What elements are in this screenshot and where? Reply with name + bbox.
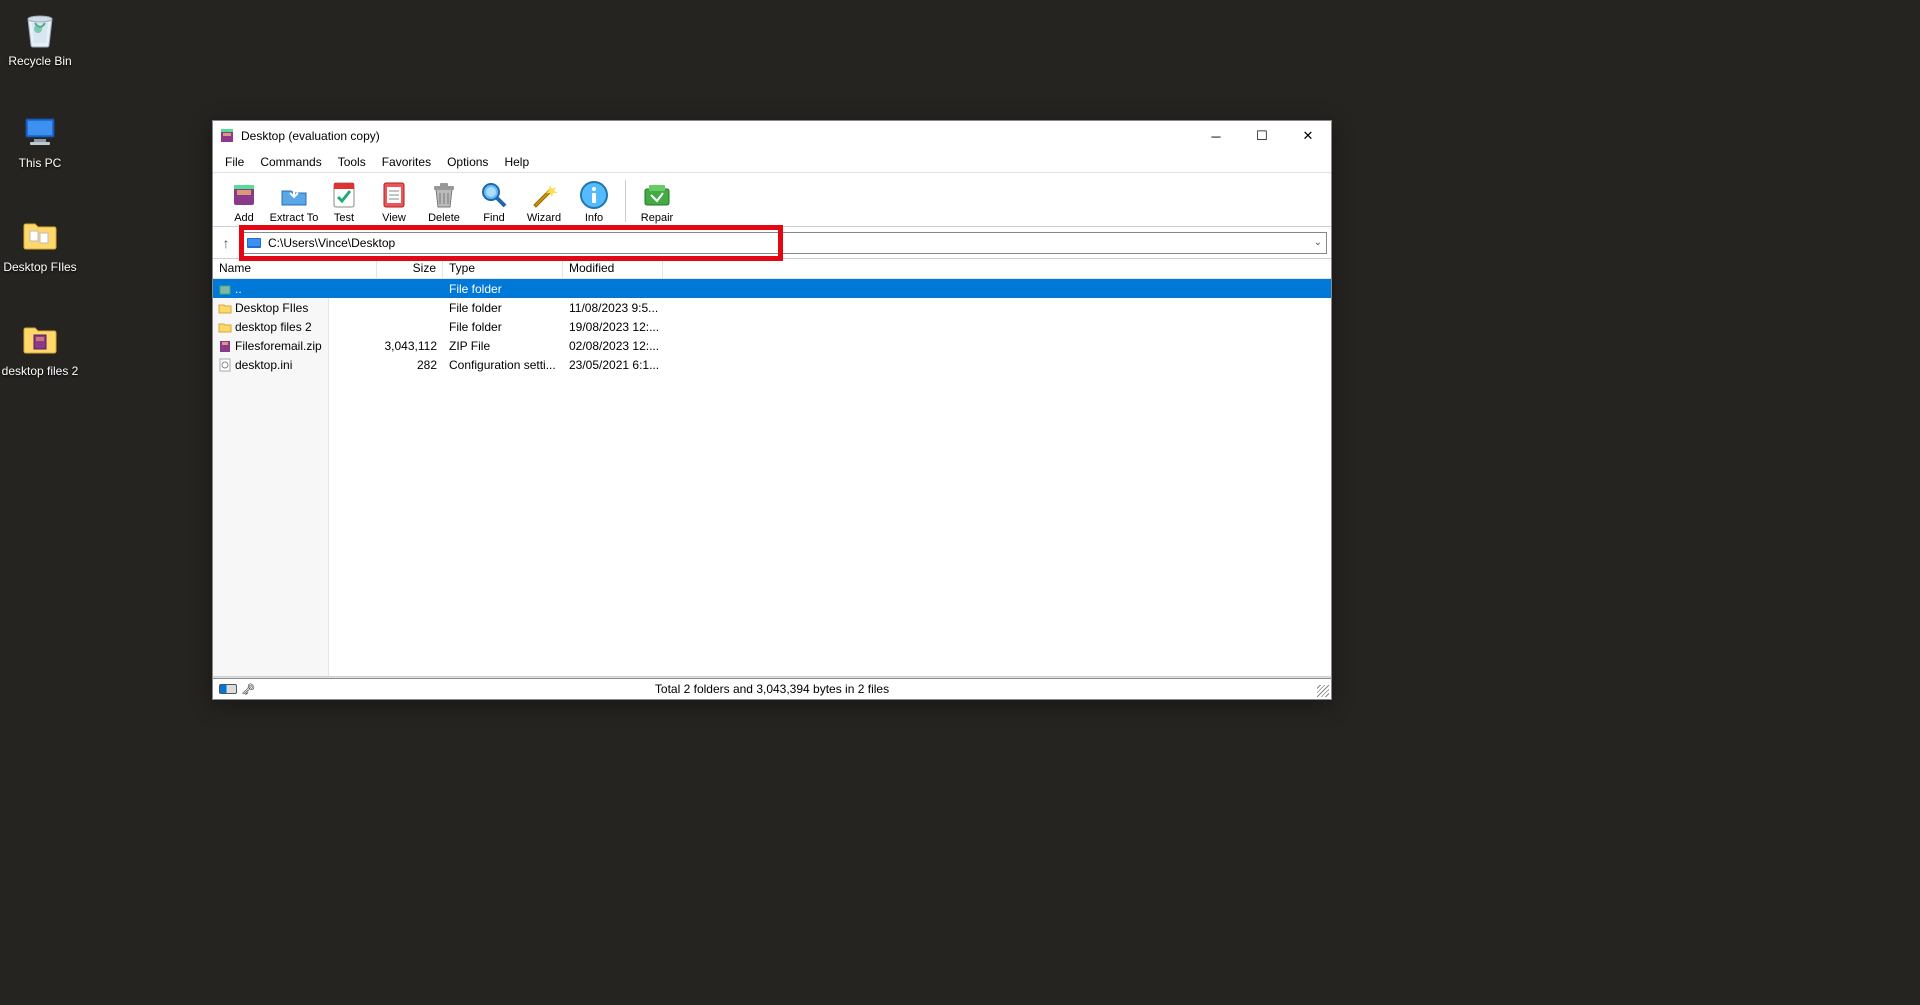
folder-icon <box>19 318 61 360</box>
file-name: desktop files 2 <box>233 320 377 334</box>
file-name: Filesforemail.zip <box>233 339 377 353</box>
status-bar: 🗝 Total 2 folders and 3,043,394 bytes in… <box>213 677 1331 699</box>
lock-icon: 🗝 <box>241 683 255 696</box>
desktop-icon-desktop-files[interactable]: Desktop FIles <box>0 214 80 276</box>
tool-add[interactable]: Add <box>219 179 269 226</box>
winrar-icon <box>219 128 235 144</box>
desktop-icon-recycle-bin[interactable]: Recycle Bin <box>0 8 80 70</box>
menu-file[interactable]: File <box>217 153 252 171</box>
file-type: File folder <box>443 320 563 334</box>
tool-delete[interactable]: Delete <box>419 179 469 226</box>
desktop-icon-label: Recycle Bin <box>0 54 80 70</box>
file-name: .. <box>233 282 377 296</box>
repair-icon <box>641 179 673 211</box>
test-icon <box>328 179 360 211</box>
path-text: C:\Users\Vince\Desktop <box>268 236 395 250</box>
file-modified: 23/05/2021 6:1... <box>563 358 663 372</box>
file-row[interactable]: .. File folder <box>213 279 1331 298</box>
file-modified: 11/08/2023 9:5... <box>563 301 663 315</box>
tool-find[interactable]: Find <box>469 179 519 226</box>
file-type: File folder <box>443 282 563 296</box>
tool-test[interactable]: Test <box>319 179 369 226</box>
file-type: Configuration setti... <box>443 358 563 372</box>
winrar-window: Desktop (evaluation copy) ─ ☐ ✕ File Com… <box>212 120 1332 700</box>
tool-extract-to[interactable]: Extract To <box>269 179 319 226</box>
header-modified[interactable]: Modified <box>563 259 663 278</box>
file-icon <box>213 358 233 372</box>
up-button[interactable]: ↑ <box>217 235 235 251</box>
menu-favorites[interactable]: Favorites <box>374 153 439 171</box>
disk-usage-icon <box>219 684 237 694</box>
file-name: Desktop FIles <box>233 301 377 315</box>
header-size[interactable]: Size <box>377 259 443 278</box>
header-type[interactable]: Type <box>443 259 563 278</box>
file-icon <box>213 339 233 353</box>
header-name[interactable]: Name <box>213 259 377 278</box>
tool-wizard[interactable]: Wizard <box>519 179 569 226</box>
toolbar: Add Extract To Test View Delete <box>213 173 1331 227</box>
delete-icon <box>428 179 460 211</box>
file-row[interactable]: desktop.ini282Configuration setti...23/0… <box>213 355 1331 374</box>
extract-icon <box>278 179 310 211</box>
this-pc-icon <box>19 110 61 152</box>
file-icon <box>213 320 233 334</box>
desktop-icon-desktop-files-2[interactable]: desktop files 2 <box>0 318 80 380</box>
dropdown-icon[interactable]: ⌄ <box>1314 237 1322 248</box>
file-modified: 02/08/2023 12:... <box>563 339 663 353</box>
file-name: desktop.ini <box>233 358 377 372</box>
resize-grip[interactable] <box>1317 685 1329 697</box>
recycle-bin-icon <box>19 8 61 50</box>
window-title: Desktop (evaluation copy) <box>241 129 1193 143</box>
tool-info[interactable]: Info <box>569 179 619 226</box>
maximize-button[interactable]: ☐ <box>1239 121 1285 151</box>
file-icon <box>213 282 233 296</box>
titlebar[interactable]: Desktop (evaluation copy) ─ ☐ ✕ <box>213 121 1331 151</box>
file-size: 282 <box>377 358 443 372</box>
file-row[interactable]: Filesforemail.zip3,043,112ZIP File02/08/… <box>213 336 1331 355</box>
column-headers: Name Size Type Modified <box>213 259 1331 279</box>
file-type: File folder <box>443 301 563 315</box>
close-button[interactable]: ✕ <box>1285 121 1331 151</box>
file-list: .. File folder Desktop FIles File folder11/… <box>213 279 1331 677</box>
info-icon <box>578 179 610 211</box>
tool-view[interactable]: View <box>369 179 419 226</box>
status-text: Total 2 folders and 3,043,394 bytes in 2… <box>655 682 889 696</box>
minimize-button[interactable]: ─ <box>1193 121 1239 151</box>
menu-options[interactable]: Options <box>439 153 496 171</box>
view-icon <box>378 179 410 211</box>
add-icon <box>228 179 260 211</box>
file-type: ZIP File <box>443 339 563 353</box>
toolbar-separator <box>625 180 626 222</box>
desktop-icon-label: desktop files 2 <box>0 364 80 380</box>
file-size: 3,043,112 <box>377 339 443 353</box>
file-icon <box>213 301 233 315</box>
address-bar[interactable]: C:\Users\Vince\Desktop ⌄ <box>241 232 1327 254</box>
menubar: File Commands Tools Favorites Options He… <box>213 151 1331 173</box>
desktop-icon-this-pc[interactable]: This PC <box>0 110 80 172</box>
menu-help[interactable]: Help <box>496 153 537 171</box>
desktop-icon-label: Desktop FIles <box>0 260 80 276</box>
menu-tools[interactable]: Tools <box>330 153 374 171</box>
file-row[interactable]: desktop files 2 File folder19/08/2023 12:… <box>213 317 1331 336</box>
wizard-icon <box>528 179 560 211</box>
find-icon <box>478 179 510 211</box>
tool-repair[interactable]: Repair <box>632 179 682 226</box>
folder-icon <box>19 214 61 256</box>
file-row[interactable]: Desktop FIles File folder11/08/2023 9:5..… <box>213 298 1331 317</box>
address-bar-row: ↑ C:\Users\Vince\Desktop ⌄ <box>213 227 1331 259</box>
menu-commands[interactable]: Commands <box>252 153 329 171</box>
desktop-icon-label: This PC <box>0 156 80 172</box>
file-modified: 19/08/2023 12:... <box>563 320 663 334</box>
drive-icon <box>246 236 262 250</box>
